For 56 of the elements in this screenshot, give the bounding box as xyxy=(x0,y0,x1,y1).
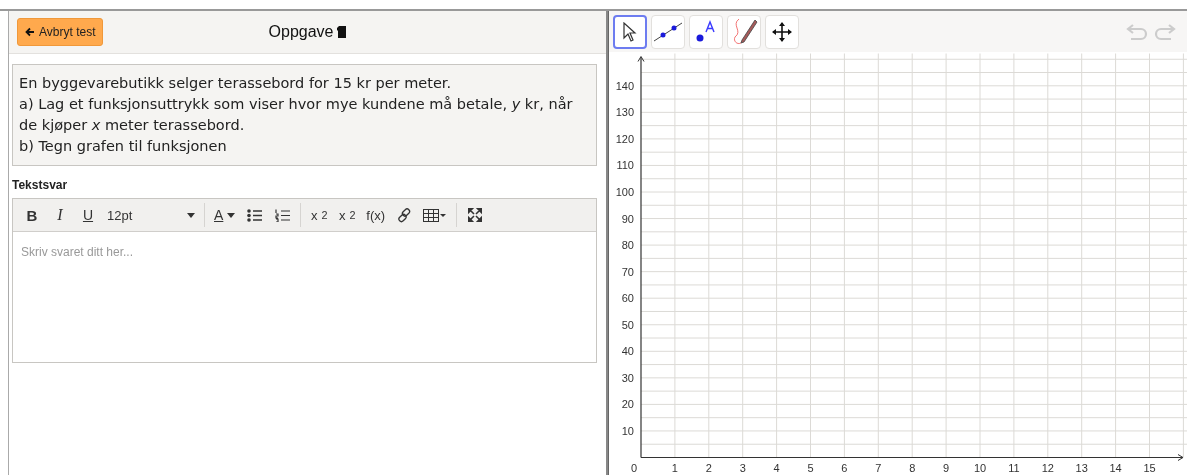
underline-button[interactable]: U xyxy=(75,202,101,228)
axis-label: 7 xyxy=(875,461,882,474)
axis-label: 10 xyxy=(621,424,634,437)
text-color-button[interactable]: A xyxy=(210,202,240,228)
axis-label: 110 xyxy=(616,159,634,172)
axis-label: 90 xyxy=(621,212,634,225)
axis-label: 30 xyxy=(621,371,634,384)
task-text: b) Tegn grafen til funksjonen xyxy=(19,137,228,156)
axis-label: 9 xyxy=(943,461,950,474)
axis-label: 60 xyxy=(621,292,634,305)
axis-label: 10 xyxy=(973,461,987,474)
answer-label: Tekstsvar xyxy=(12,178,69,192)
caret-icon xyxy=(187,212,195,218)
axis-label: 0 xyxy=(630,461,637,474)
axis-label: 50 xyxy=(621,318,634,331)
link-icon xyxy=(396,207,412,223)
numbered-list-icon xyxy=(274,208,290,222)
axis-label: 40 xyxy=(621,345,634,358)
axis-label: 130 xyxy=(615,106,634,119)
format-button[interactable]: f(x) xyxy=(362,202,390,228)
tool-button[interactable] xyxy=(613,14,647,49)
task-text: En byggevarebutikk selger terassebord for 15 kr per meter. xyxy=(19,74,453,93)
axis-label: 3 xyxy=(739,461,746,474)
axis-label: 6 xyxy=(841,461,848,474)
axis-label: 13 xyxy=(1075,461,1088,474)
axis-label: 8 xyxy=(909,461,916,474)
answer-field[interactable]: Skriv svaret ditt her... xyxy=(19,244,594,260)
table-icon xyxy=(423,208,448,222)
axis-label: 100 xyxy=(615,186,634,198)
bullet-list-icon xyxy=(246,208,262,222)
axis-label: 2 xyxy=(705,461,712,474)
line-icon xyxy=(653,20,683,43)
axis-label: 12 xyxy=(1041,461,1054,474)
axis-label: 70 xyxy=(621,265,634,278)
font-size-dropdown[interactable]: 12pt xyxy=(103,202,199,228)
axis-label: 5 xyxy=(807,461,814,474)
task-text: a) Lag et funksjonsuttrykk som viser hvor mye kundene må betale, y kr, når de kjøper x meter terassebord. xyxy=(19,95,574,135)
fullscreen-icon xyxy=(468,208,483,222)
bold-button[interactable]: B xyxy=(19,202,45,228)
axis-label: 4 xyxy=(773,461,780,474)
axis-label: 1 xyxy=(671,461,678,474)
italic-button[interactable]: I xyxy=(47,202,73,228)
axis-label: 15 xyxy=(1143,461,1156,474)
task-title: Oppgave xyxy=(268,23,334,41)
cursor-icon xyxy=(623,21,637,42)
marker-icon xyxy=(337,26,347,38)
axis-label: 140 xyxy=(615,79,634,92)
axis-label: 80 xyxy=(621,239,634,252)
caret-icon xyxy=(227,212,236,218)
axis-label: 14 xyxy=(1109,461,1122,474)
axis-label: 20 xyxy=(621,398,634,411)
cancel-test-button[interactable]: Avbryt test xyxy=(17,18,104,46)
axis-label: 120 xyxy=(615,132,634,145)
axis-label: 11 xyxy=(1008,461,1020,474)
move-icon xyxy=(772,21,792,42)
arrow-left-icon xyxy=(25,27,35,37)
